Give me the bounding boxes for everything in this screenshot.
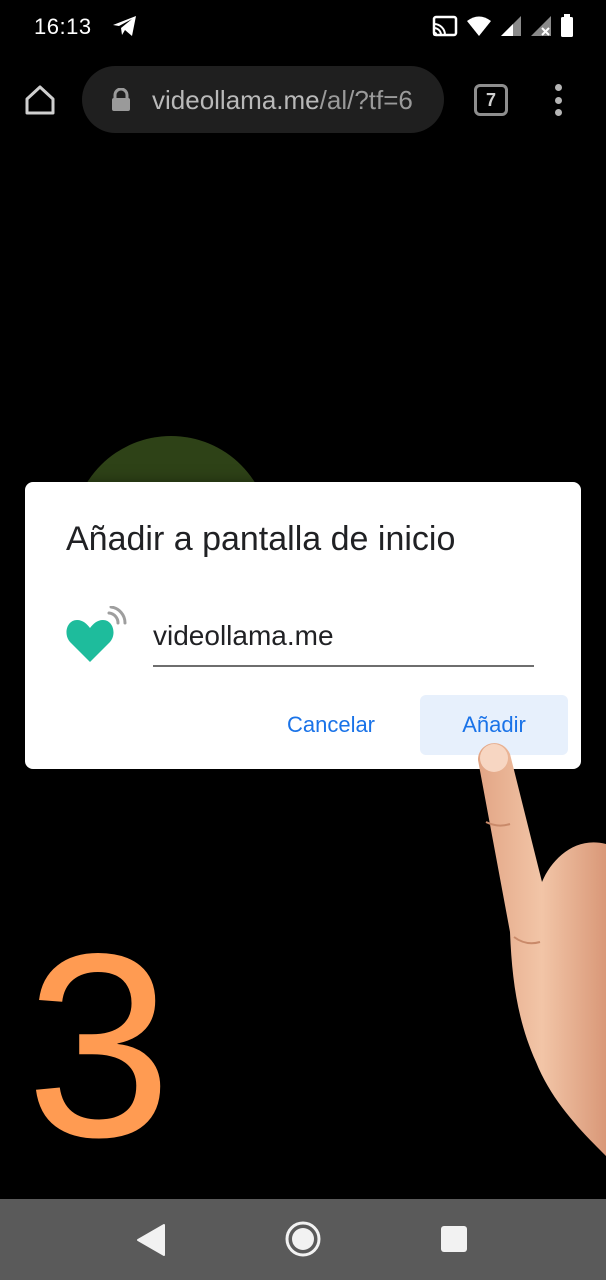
lock-icon [112, 88, 130, 111]
url-bar[interactable]: videollama.me/al/?tf=6 [82, 66, 444, 133]
status-bar: 16:13 [0, 0, 606, 56]
url-path: /al/?tf=6 [319, 85, 413, 115]
browser-toolbar: videollama.me/al/?tf=6 7 [0, 56, 606, 144]
battery-icon [561, 14, 573, 37]
status-time: 16:13 [34, 14, 92, 39]
url-host: videollama.me [152, 85, 320, 115]
menu-icon[interactable] [546, 82, 570, 118]
step-number: 3 [26, 899, 172, 1192]
back-icon[interactable] [134, 1221, 168, 1259]
status-icons [432, 14, 574, 38]
heart-wifi-icon [66, 606, 127, 662]
wifi-icon [467, 16, 491, 36]
dialog-title: Añadir a pantalla de inicio [66, 520, 456, 558]
signal-icon [501, 16, 521, 36]
home-button[interactable] [20, 80, 60, 120]
tab-count: 7 [485, 89, 496, 110]
recents-icon[interactable] [441, 1226, 467, 1252]
home-icon [25, 85, 55, 115]
shortcut-name-input[interactable] [153, 617, 534, 667]
signal-no-data-icon [531, 16, 551, 36]
tab-switcher-button[interactable]: 7 [474, 84, 508, 116]
home-circle-icon[interactable] [284, 1220, 322, 1258]
system-nav-bar [0, 1199, 606, 1280]
url-text: videollama.me/al/?tf=6 [152, 85, 428, 115]
cancel-button[interactable]: Cancelar [270, 695, 392, 755]
add-to-home-dialog: Añadir a pantalla de inicio Cancelar Aña… [25, 482, 581, 769]
cast-icon [432, 15, 458, 37]
telegram-icon [113, 16, 136, 36]
pointing-hand-illustration [478, 743, 606, 1156]
